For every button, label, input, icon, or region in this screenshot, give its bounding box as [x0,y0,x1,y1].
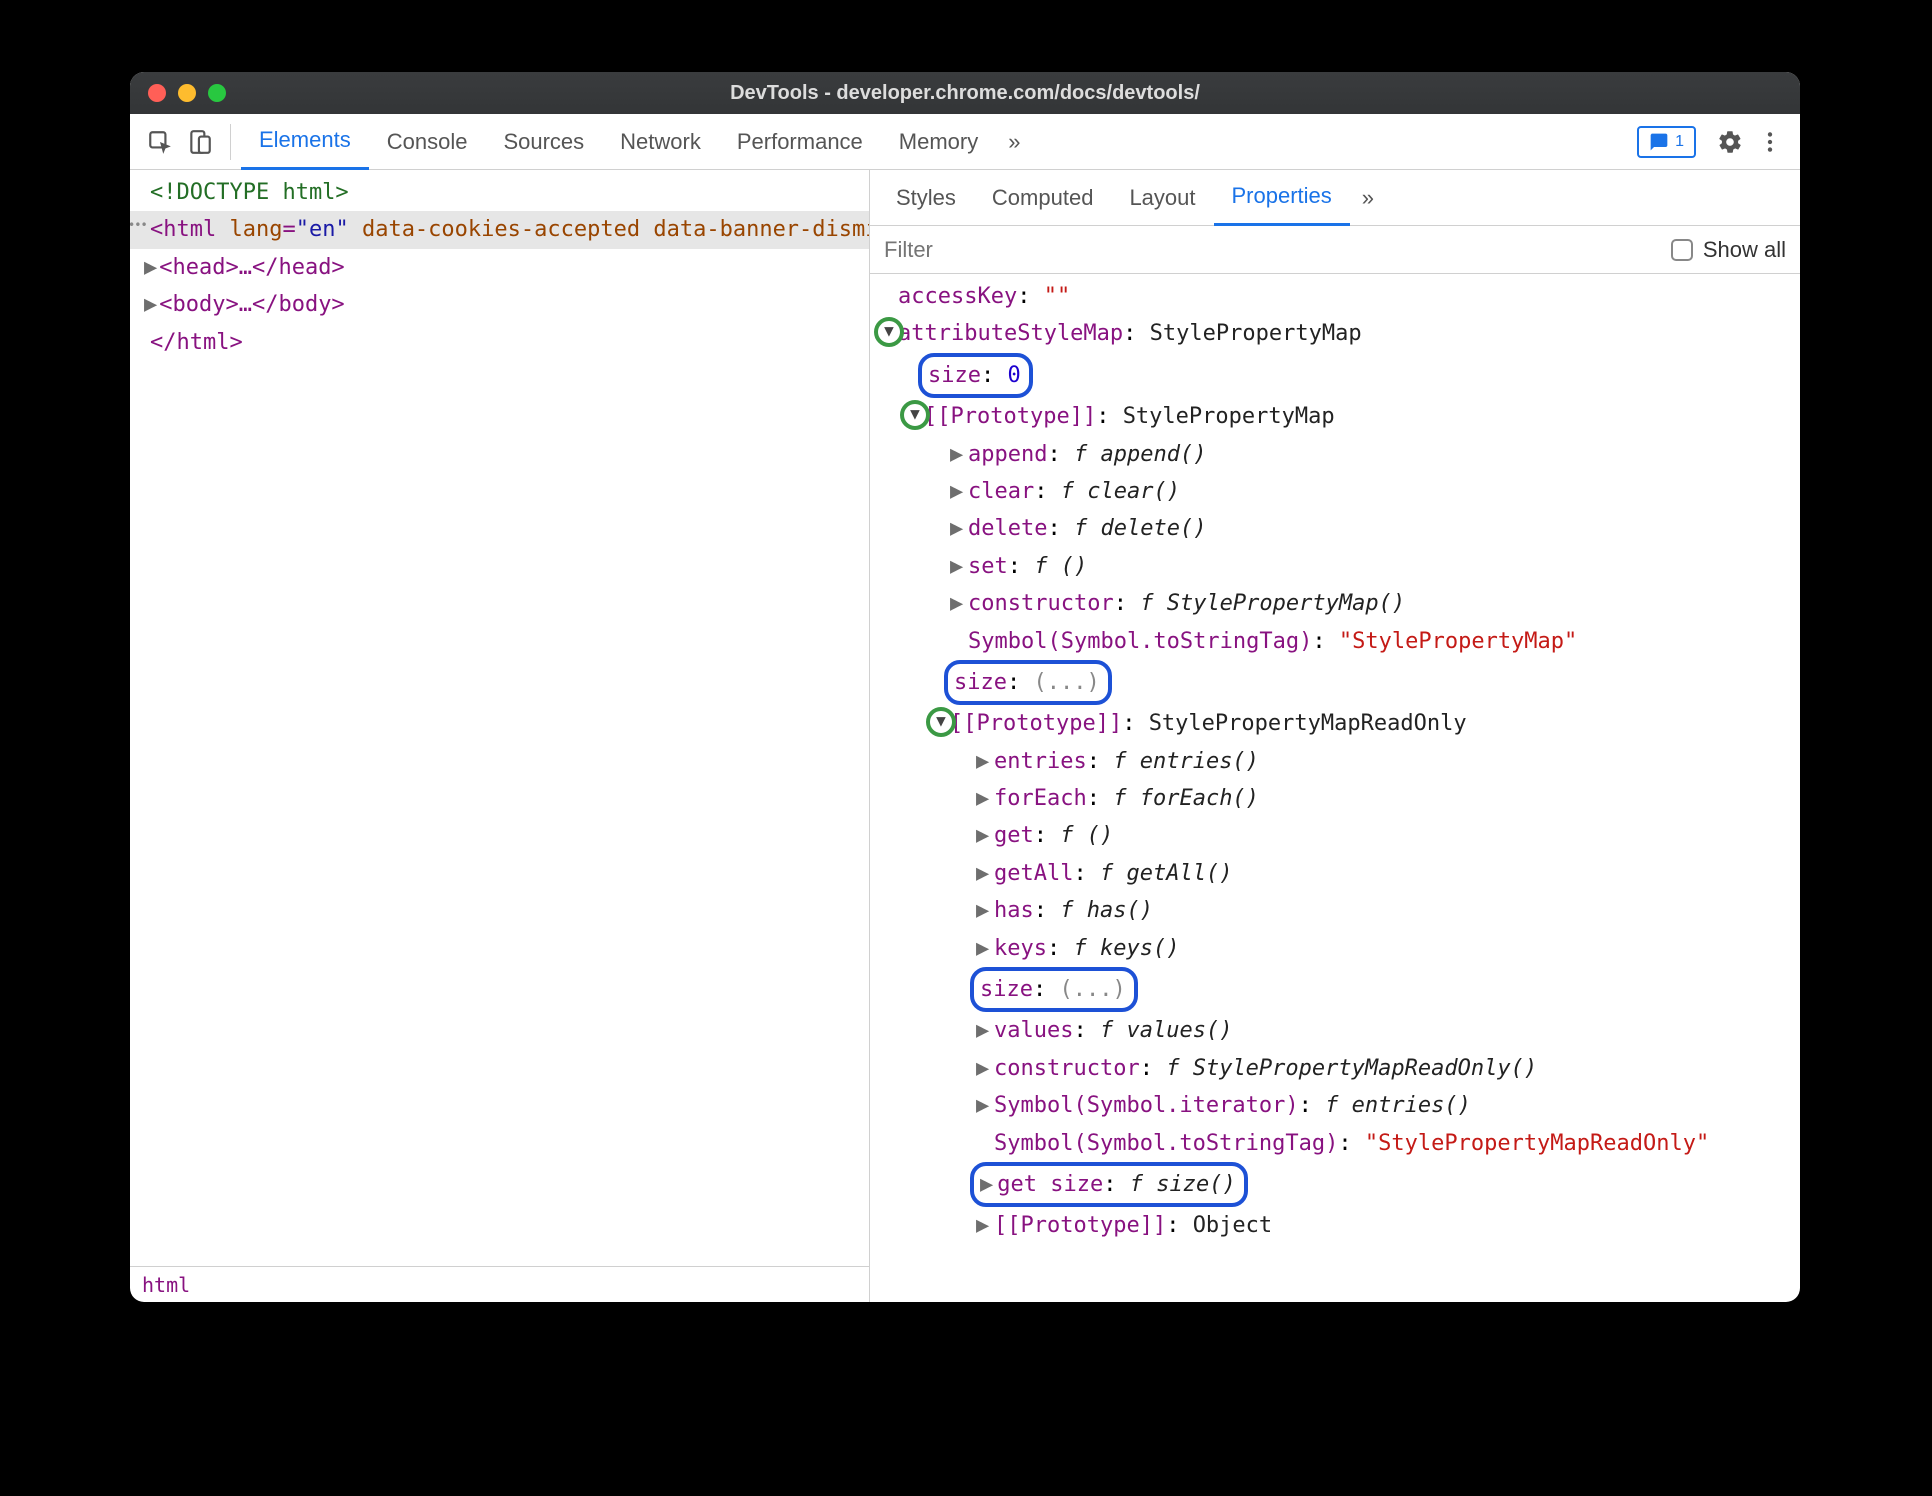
breadcrumb[interactable]: html [130,1266,869,1302]
issues-icon [1649,132,1669,152]
prop-size-deferred-2[interactable]: size: (...) [880,967,1790,1012]
zoom-icon[interactable] [208,84,226,102]
prop-constructor-2[interactable]: ▶constructor: f StylePropertyMapReadOnly… [880,1050,1790,1087]
prop-values[interactable]: ▶values: f values() [880,1012,1790,1049]
dom-html-element[interactable]: <html lang="en" data-cookies-accepted da… [130,211,869,248]
device-toolbar-icon[interactable] [180,122,220,162]
prop-accesskey[interactable]: accessKey: "" [880,278,1790,315]
titlebar: DevTools - developer.chrome.com/docs/dev… [130,72,1800,114]
elements-pane: <!DOCTYPE html> <html lang="en" data-coo… [130,170,870,1302]
prop-attributestylemap[interactable]: ▼ attributeStyleMap: StylePropertyMap [880,315,1790,352]
filter-bar: Show all [870,226,1800,274]
show-all-checkbox[interactable] [1671,239,1693,261]
show-all-toggle[interactable]: Show all [1671,237,1786,263]
sidebar-pane: Styles Computed Layout Properties » Show… [870,170,1800,1302]
filter-input[interactable] [884,237,1172,263]
tab-network[interactable]: Network [602,114,719,170]
prop-prototype-1[interactable]: ▼ [[Prototype]]: StylePropertyMap [880,398,1790,435]
prop-symbol-tostringtag-2[interactable]: Symbol(Symbol.toStringTag): "StyleProper… [880,1125,1790,1162]
prop-symbol-iterator[interactable]: ▶Symbol(Symbol.iterator): f entries() [880,1087,1790,1124]
prop-delete[interactable]: ▶delete: f delete() [880,510,1790,547]
prop-symbol-tostringtag-1[interactable]: Symbol(Symbol.toStringTag): "StyleProper… [880,623,1790,660]
dom-tree[interactable]: <!DOCTYPE html> <html lang="en" data-coo… [130,170,869,1266]
prop-prototype-3[interactable]: ▶[[Prototype]]: Object [880,1207,1790,1244]
prop-append[interactable]: ▶append: f append() [880,436,1790,473]
issues-button[interactable]: 1 [1637,126,1696,158]
prop-foreach[interactable]: ▶forEach: f forEach() [880,780,1790,817]
tab-elements[interactable]: Elements [241,114,369,170]
tab-layout[interactable]: Layout [1111,170,1213,226]
tab-memory[interactable]: Memory [881,114,996,170]
window-title: DevTools - developer.chrome.com/docs/dev… [730,82,1200,105]
prop-get-size[interactable]: ▶get size: f size() [880,1162,1790,1207]
prop-entries[interactable]: ▶entries: f entries() [880,743,1790,780]
dom-html-close[interactable]: </html> [130,324,869,361]
prop-prototype-2[interactable]: ▼ [[Prototype]]: StylePropertyMapReadOnl… [880,705,1790,742]
close-icon[interactable] [148,84,166,102]
prop-get[interactable]: ▶get: f () [880,817,1790,854]
tab-properties[interactable]: Properties [1214,170,1350,226]
show-all-label: Show all [1703,237,1786,263]
tab-console[interactable]: Console [369,114,486,170]
tab-styles[interactable]: Styles [878,170,974,226]
prop-constructor-1[interactable]: ▶constructor: f StylePropertyMap() [880,585,1790,622]
tab-performance[interactable]: Performance [719,114,881,170]
tab-computed[interactable]: Computed [974,170,1112,226]
tab-sources[interactable]: Sources [485,114,602,170]
expand-toggle-icon[interactable]: ▼ [900,400,930,430]
dom-doctype[interactable]: <!DOCTYPE html> [130,174,869,211]
prop-getall[interactable]: ▶getAll: f getAll() [880,855,1790,892]
traffic-lights [148,84,226,102]
minimize-icon[interactable] [178,84,196,102]
sidebar-tabs-overflow-icon[interactable]: » [1350,185,1386,211]
prop-clear[interactable]: ▶clear: f clear() [880,473,1790,510]
prop-set[interactable]: ▶set: f () [880,548,1790,585]
main-content: <!DOCTYPE html> <html lang="en" data-coo… [130,170,1800,1302]
prop-size-deferred-1[interactable]: size: (...) [880,660,1790,705]
main-toolbar: Elements Console Sources Network Perform… [130,114,1800,170]
settings-icon[interactable] [1710,122,1750,162]
inspect-element-icon[interactable] [140,122,180,162]
dom-head-element[interactable]: ▶<head>…</head> [130,249,869,286]
separator [230,124,231,160]
sidebar-tabs: Styles Computed Layout Properties » [870,170,1800,226]
prop-size-0[interactable]: size: 0 [880,353,1790,398]
issues-count: 1 [1675,133,1684,151]
prop-has[interactable]: ▶has: f has() [880,892,1790,929]
tabs-overflow-icon[interactable]: » [996,129,1032,155]
devtools-window: DevTools - developer.chrome.com/docs/dev… [130,72,1800,1302]
dom-body-element[interactable]: ▶<body>…</body> [130,286,869,323]
properties-list[interactable]: accessKey: "" ▼ attributeStyleMap: Style… [870,274,1800,1302]
more-options-icon[interactable] [1750,122,1790,162]
prop-keys[interactable]: ▶keys: f keys() [880,930,1790,967]
